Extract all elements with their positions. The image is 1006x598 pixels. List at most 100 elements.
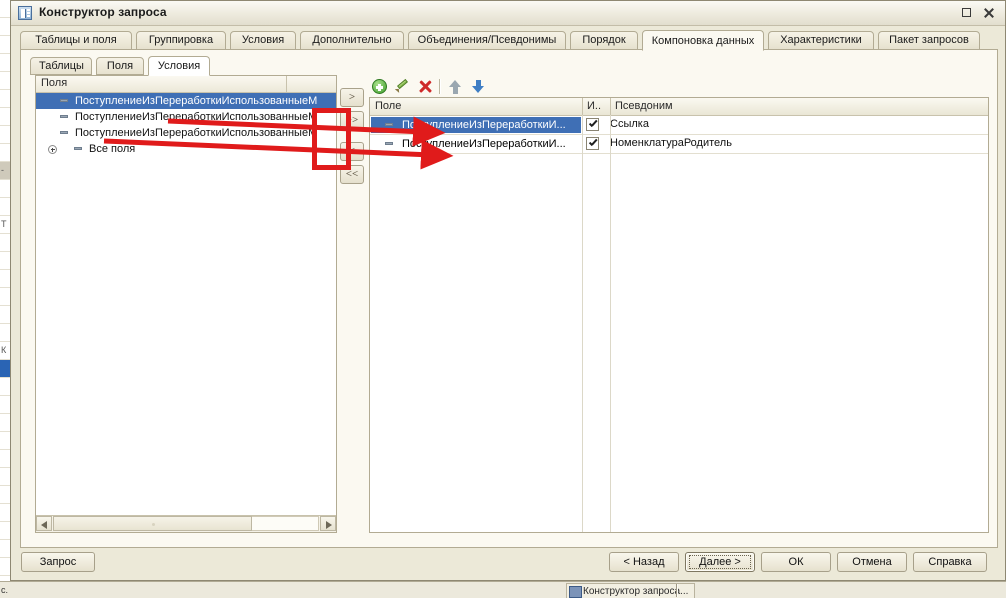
move-up-button[interactable] — [447, 78, 464, 95]
available-field-row[interactable]: ПоступлениеИзПереработкиИспользованныеМ — [36, 125, 336, 141]
main-tab-5[interactable]: Порядок — [570, 31, 638, 50]
sub-tab-2[interactable]: Условия — [148, 56, 210, 76]
grid-cell-field[interactable]: ПоступлениеИзПереработкиИ... — [371, 117, 581, 133]
cancel-button[interactable]: Отмена — [837, 552, 907, 572]
main-tab-3[interactable]: Дополнительно — [300, 31, 404, 50]
background-list-row — [0, 36, 10, 54]
ok-button[interactable]: ОК — [761, 552, 831, 572]
edit-button[interactable] — [394, 78, 411, 95]
taskbar-item-label: Конструктор запроса... — [583, 586, 689, 597]
grid-cell-alias[interactable]: Ссылка — [610, 116, 649, 134]
grid-column-header[interactable]: Псевдоним — [610, 98, 988, 115]
available-fields-column-label: Поля — [41, 77, 68, 89]
triangle-right-icon — [326, 521, 332, 529]
button-label: Отмена — [852, 556, 892, 568]
table-row[interactable]: ПоступлениеИзПереработкиИ... Ссылка — [370, 116, 988, 135]
main-tab-2[interactable]: Условия — [230, 31, 296, 50]
background-list-row — [0, 486, 10, 504]
grid-cell-checkbox[interactable] — [582, 116, 606, 134]
move-all-left-button[interactable]: << — [340, 165, 364, 184]
background-list-row: К — [0, 342, 10, 360]
move-left-button[interactable]: < — [340, 142, 364, 161]
background-list-row — [0, 306, 10, 324]
main-tab-7[interactable]: Характеристики — [768, 31, 874, 50]
move-all-right-button[interactable]: >> — [340, 111, 364, 130]
available-field-label: ПоступлениеИзПереработкиИспользованныеМ — [75, 127, 318, 139]
grid-column-header[interactable]: И.. — [582, 98, 610, 115]
query-builder-icon — [18, 6, 32, 20]
scroll-track[interactable] — [252, 516, 319, 531]
scroll-right-button[interactable] — [320, 516, 336, 531]
edit-icon — [394, 78, 410, 94]
grid-column-header[interactable]: Поле — [370, 98, 582, 115]
main-tab-1[interactable]: Группировка — [136, 31, 226, 50]
sub-tab-0[interactable]: Таблицы — [30, 57, 92, 75]
help-button[interactable]: Справка — [913, 552, 987, 572]
grid-field-label: ПоступлениеИзПереработкиИ... — [402, 119, 566, 131]
background-list-row — [0, 90, 10, 108]
field-icon — [60, 115, 68, 118]
move-down-button[interactable] — [470, 78, 487, 95]
grid-vline-1 — [582, 115, 583, 532]
available-field-row[interactable]: ПоступлениеИзПереработкиИспользованныеМ — [36, 109, 336, 125]
grid-field-label: ПоступлениеИзПереработкиИ... — [402, 138, 566, 150]
add-button[interactable] — [371, 78, 388, 95]
move-right-button[interactable]: > — [340, 88, 364, 107]
query-button[interactable]: Запрос — [21, 552, 95, 572]
background-list-row — [0, 126, 10, 144]
available-field-row[interactable]: ПоступлениеИзПереработкиИспользованныеМ — [36, 93, 336, 109]
scroll-thumb[interactable] — [53, 516, 252, 531]
background-list-row — [0, 72, 10, 90]
column-separator — [286, 76, 287, 92]
table-row[interactable]: ПоступлениеИзПереработкиИ... Номенклатура… — [370, 135, 988, 154]
field-icon — [385, 142, 393, 145]
selected-fields-grid: Поле И.. Псевдоним ПоступлениеИзПереработк… — [369, 97, 989, 533]
grid-header-separator[interactable] — [582, 98, 583, 115]
grid-body: ПоступлениеИзПереработкиИ... Ссылка Поступ… — [370, 116, 988, 154]
background-list-row — [0, 450, 10, 468]
main-tab-8[interactable]: Пакет запросов — [878, 31, 980, 50]
scroll-left-button[interactable] — [36, 516, 52, 531]
focus-outline — [689, 555, 751, 569]
grid-cell-checkbox[interactable] — [582, 135, 606, 153]
expand-icon[interactable] — [48, 145, 57, 154]
button-label: Справка — [928, 556, 972, 568]
background-list-row — [0, 432, 10, 450]
available-field-label: ПоступлениеИзПереработкиИспользованныеМ — [75, 111, 318, 123]
sub-tab-1[interactable]: Поля — [96, 57, 144, 75]
background-list-row — [0, 414, 10, 432]
main-tab-0[interactable]: Таблицы и поля — [20, 31, 132, 50]
background-list-row — [0, 252, 10, 270]
available-field-row[interactable]: Все поля — [36, 141, 336, 157]
main-tab-bar: Таблицы и поля Группировка Условия Дополнит… — [20, 30, 998, 51]
background-list-row — [0, 0, 10, 18]
taskbar: с. Конструктор запроса... — [0, 581, 1006, 598]
grid-vline-2 — [610, 115, 611, 532]
title-bar: Конструктор запроса — [11, 1, 1005, 26]
available-fields-hscrollbar[interactable] — [36, 515, 336, 532]
background-list-row — [0, 270, 10, 288]
toolbar-divider — [439, 79, 441, 94]
grid-header-row: Поле И.. Псевдоним — [370, 98, 988, 116]
window-title: Конструктор запроса — [39, 5, 167, 19]
triangle-left-icon — [41, 521, 47, 529]
button-label: < Назад — [623, 556, 665, 568]
grid-cell-field[interactable]: ПоступлениеИзПереработкиИ... — [371, 136, 581, 152]
close-icon — [983, 7, 995, 19]
main-tab-4[interactable]: Объединения/Псевдонимы — [408, 31, 566, 50]
taskbar-separator — [676, 584, 678, 597]
close-button[interactable] — [981, 5, 997, 21]
checkbox-checked-icon[interactable] — [586, 118, 599, 131]
grid-cell-alias[interactable]: НоменклатураРодитель — [610, 135, 732, 153]
main-tab-6[interactable]: Компоновка данных — [642, 30, 764, 51]
background-list-row — [0, 540, 10, 558]
delete-icon — [419, 80, 432, 93]
available-field-label: ПоступлениеИзПереработкиИспользованныеМ — [75, 95, 318, 107]
grid-header-separator[interactable] — [610, 98, 611, 115]
delete-button[interactable] — [417, 78, 434, 95]
back-button[interactable]: < Назад — [609, 552, 679, 572]
next-button[interactable]: Далее > — [685, 552, 755, 572]
background-list-row: Т — [0, 216, 10, 234]
checkbox-checked-icon[interactable] — [586, 137, 599, 150]
maximize-button[interactable] — [959, 5, 975, 21]
